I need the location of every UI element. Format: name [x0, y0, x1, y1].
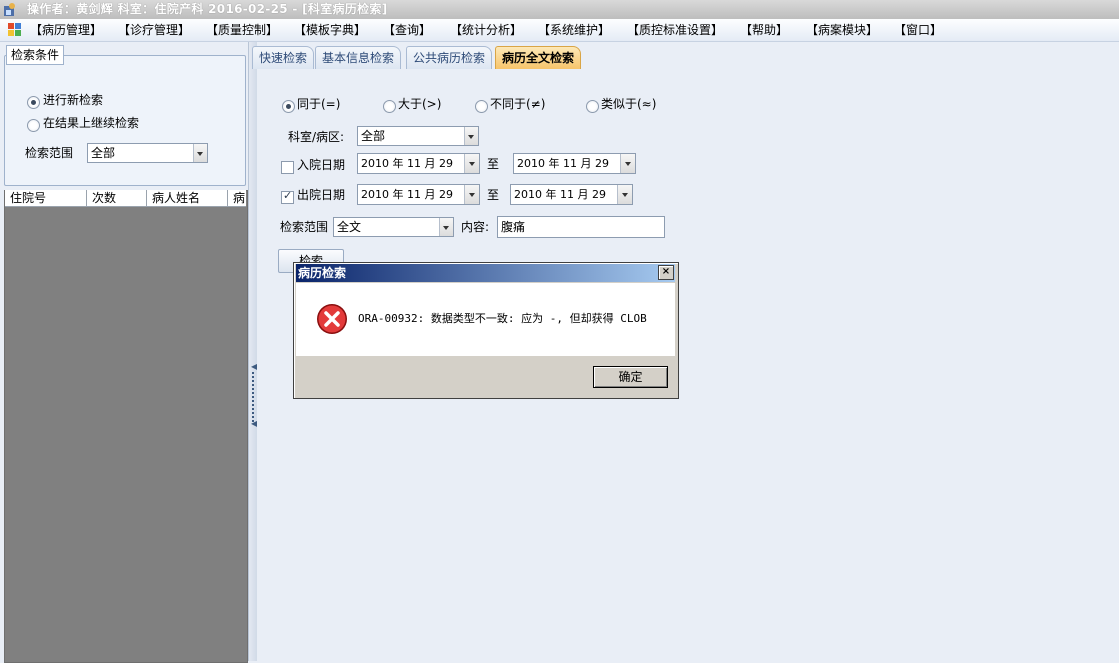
result-grid-header: 住院号 次数 病人姓名 病	[5, 190, 246, 207]
dialog-message: ORA-00932: 数据类型不一致: 应为 -, 但却获得 CLOB	[358, 312, 647, 325]
scope-select[interactable]: 全文	[333, 217, 454, 237]
op-like-label: 类似于(≈)	[601, 97, 657, 111]
dept-label: 科室/病区:	[288, 130, 345, 144]
discharge-date-from[interactable]: 2010 年 11 月 29	[357, 184, 480, 205]
menu-icon[interactable]	[8, 23, 22, 36]
column-visit-count[interactable]: 次数	[87, 190, 147, 206]
column-admission-no[interactable]: 住院号	[5, 190, 87, 206]
op-greater-label: 大于(>)	[398, 97, 442, 111]
radio-new-search-label: 进行新检索	[43, 93, 104, 107]
dropdown-arrow-icon[interactable]	[464, 127, 478, 145]
error-icon	[317, 304, 347, 334]
admit-date-checkbox[interactable]	[281, 161, 294, 174]
dropdown-arrow-icon[interactable]	[620, 154, 635, 173]
left-range-label: 检索范围	[25, 146, 74, 160]
tab-basic-info-search[interactable]: 基本信息检索	[315, 46, 402, 69]
menu-window[interactable]: 【窗口】	[894, 22, 942, 38]
menu-statistics[interactable]: 【统计分析】	[450, 22, 522, 38]
dropdown-arrow-icon[interactable]	[617, 185, 632, 204]
splitter-grip	[252, 372, 256, 422]
radio-continue-search-label: 在结果上继续检索	[43, 116, 140, 130]
menu-case-module[interactable]: 【病案模块】	[806, 22, 878, 38]
menu-help[interactable]: 【帮助】	[740, 22, 788, 38]
title-bar: 操作者：黄剑辉 科室：住院产科 2016-02-25 - [科室病历检索]	[0, 0, 1119, 19]
menu-treatment[interactable]: 【诊疗管理】	[118, 22, 190, 38]
menu-qc-standards[interactable]: 【质控标准设置】	[627, 22, 723, 38]
dropdown-arrow-icon[interactable]	[439, 218, 453, 236]
close-icon[interactable]: ×	[658, 265, 674, 280]
menu-bar: 【病历管理】 【诊疗管理】 【质量控制】 【模板字典】 【查询】 【统计分析】 …	[0, 19, 1119, 42]
content-label: 内容:	[461, 220, 490, 234]
dialog-title-bar[interactable]	[296, 264, 675, 282]
scope-label: 检索范围	[280, 220, 329, 234]
app-icon	[4, 3, 15, 16]
discharge-date-label: 出院日期	[297, 188, 346, 202]
op-equal-label: 同于(=)	[297, 97, 341, 111]
dropdown-arrow-icon[interactable]	[464, 185, 479, 204]
tab-public-records-search[interactable]: 公共病历检索	[406, 46, 493, 69]
ok-button[interactable]: 确定	[593, 366, 668, 388]
admit-date-label: 入院日期	[297, 158, 346, 172]
discharge-to-label: 至	[487, 188, 500, 202]
radio-op-notequal[interactable]	[475, 100, 488, 113]
radio-new-search[interactable]	[27, 96, 40, 109]
radio-continue-search[interactable]	[27, 119, 40, 132]
content-input[interactable]: 腹痛	[497, 216, 665, 238]
op-notequal-label: 不同于(≠)	[490, 97, 546, 111]
menu-query[interactable]: 【查询】	[383, 22, 431, 38]
menu-system-maintenance[interactable]: 【系统维护】	[538, 22, 610, 38]
dropdown-arrow-icon[interactable]	[464, 154, 479, 173]
window-title: 操作者：黄剑辉 科室：住院产科 2016-02-25 - [科室病历检索]	[27, 2, 388, 16]
admit-to-label: 至	[487, 157, 500, 171]
dialog-title: 病历检索	[298, 266, 347, 280]
column-truncated[interactable]: 病	[228, 190, 246, 206]
discharge-date-to[interactable]: 2010 年 11 月 29	[510, 184, 633, 205]
radio-op-equal[interactable]	[282, 100, 295, 113]
menu-template-dictionary[interactable]: 【模板字典】	[294, 22, 366, 38]
tab-quick-search[interactable]: 快速检索	[252, 46, 315, 69]
admit-date-from[interactable]: 2010 年 11 月 29	[357, 153, 480, 174]
dept-select[interactable]: 全部	[357, 126, 479, 146]
result-grid[interactable]	[4, 190, 248, 663]
dropdown-arrow-icon[interactable]	[193, 144, 207, 162]
admit-date-to[interactable]: 2010 年 11 月 29	[513, 153, 636, 174]
tab-fulltext-search[interactable]: 病历全文检索	[495, 46, 582, 69]
discharge-date-checkbox[interactable]	[281, 189, 294, 204]
left-range-select[interactable]: 全部	[87, 143, 208, 163]
radio-op-like[interactable]	[586, 100, 599, 113]
menu-medical-records[interactable]: 【病历管理】	[30, 22, 102, 38]
radio-op-greater[interactable]	[383, 100, 396, 113]
column-patient-name[interactable]: 病人姓名	[147, 190, 228, 206]
search-conditions-title: 检索条件	[6, 45, 65, 65]
menu-quality-control[interactable]: 【质量控制】	[206, 22, 278, 38]
